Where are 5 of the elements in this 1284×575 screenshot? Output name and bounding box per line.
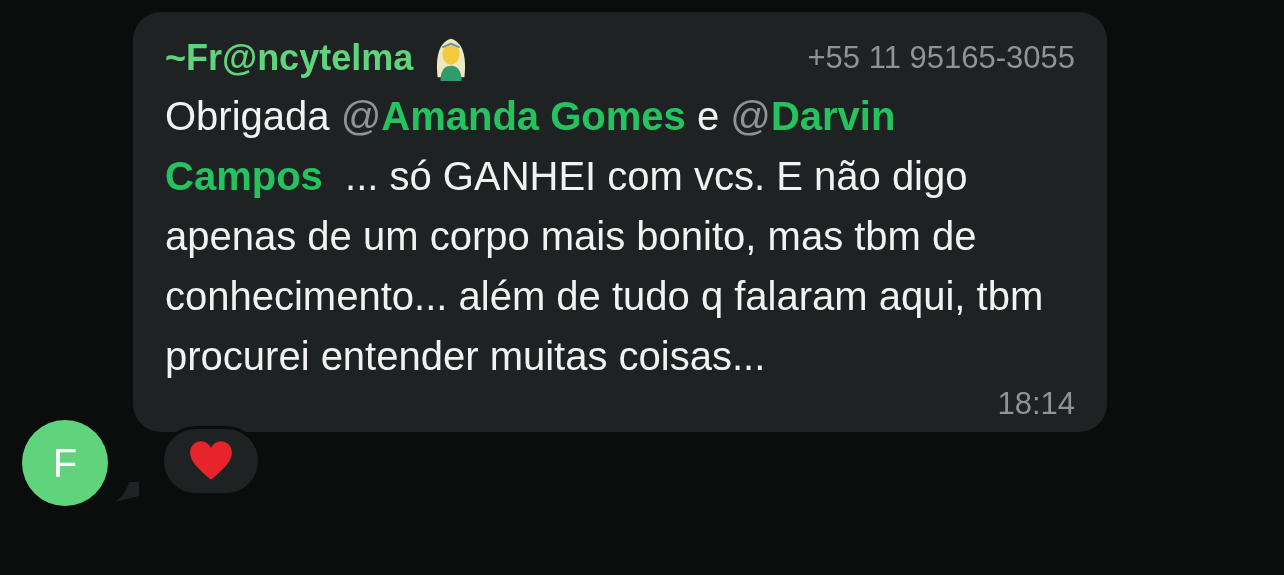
phone-number: +55 11 95165-3055 xyxy=(807,40,1075,76)
heart-icon xyxy=(189,441,233,481)
sender-name[interactable]: ~Fr@ncytelma xyxy=(165,37,414,79)
message-time: 18:14 xyxy=(996,386,1075,422)
message-text: Obrigada @Amanda Gomes e @Darvin Campos ... só GANHEI com vcs. E não digo apenas de um corpo mais bonito, mas tbm de conhecimento... além de tudo q falaram aqui, tbm procurei entender muitas coisas... xyxy=(165,93,1045,380)
